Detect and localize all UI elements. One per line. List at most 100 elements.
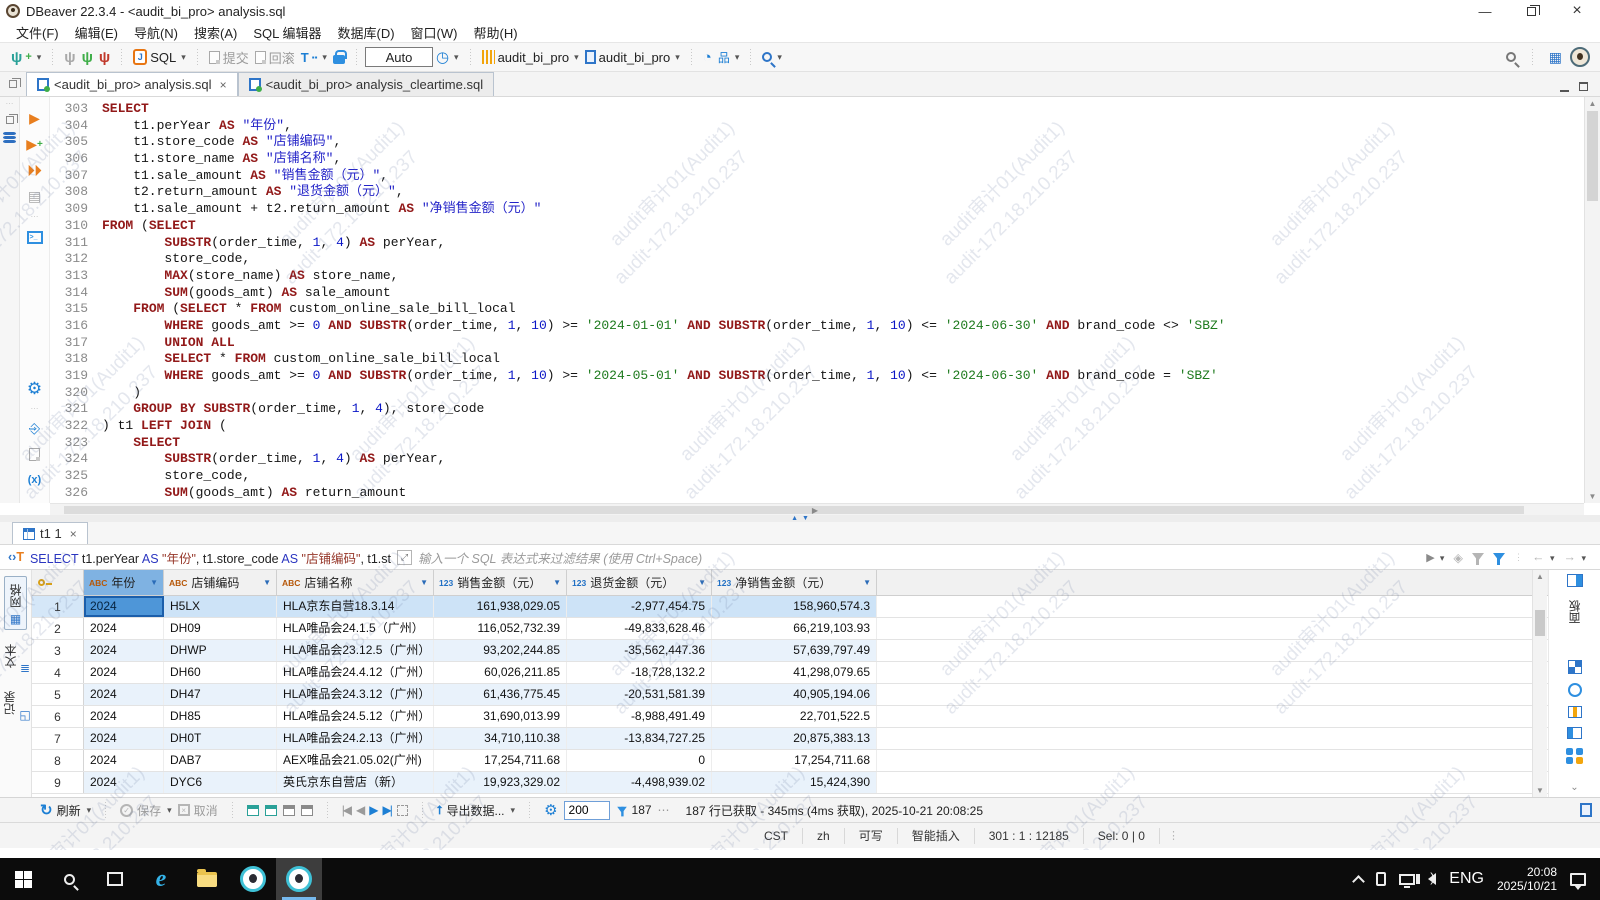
sort-dropdown-icon[interactable]: ▼ (553, 578, 561, 587)
sort-dropdown-icon[interactable]: ▼ (420, 578, 428, 587)
zoom-group-icon[interactable] (1566, 748, 1584, 764)
cell[interactable]: AEX唯品会21.05.02(广州) (277, 750, 434, 771)
close-result-tab-icon[interactable]: × (70, 527, 77, 541)
column-header-5[interactable]: 123净销售金额（元）▼ (712, 570, 877, 595)
cell[interactable]: 57,639,797.49 (712, 640, 877, 661)
panel-scroll-down-icon[interactable]: ⌄ (1570, 782, 1578, 793)
cell[interactable]: HLA唯品会23.12.5（广州） (277, 640, 434, 661)
metadata-icon[interactable] (1568, 683, 1582, 697)
cell[interactable]: 31,690,013.99 (434, 706, 567, 727)
cell[interactable]: 2024 (84, 662, 164, 683)
filter-count[interactable]: 187 (616, 803, 652, 817)
execute-new-tab-icon[interactable]: ▶+ (20, 131, 49, 157)
network-button[interactable]: 品▾ (718, 49, 740, 66)
cell[interactable]: 15,424,390 (712, 772, 877, 793)
cell[interactable]: 66,219,103.93 (712, 618, 877, 639)
remove-filter-icon[interactable] (1472, 553, 1484, 561)
cell[interactable]: 2024 (84, 706, 164, 727)
volume-tray-icon[interactable] (1428, 873, 1436, 885)
explain-plan-icon[interactable]: ▤ (20, 183, 49, 209)
export-data-button[interactable]: ⭡导出数据...▾ (437, 802, 515, 819)
transaction-log-button[interactable]: ◷▾ (436, 48, 459, 66)
view-tab-记录[interactable]: 记录◱ (0, 687, 30, 724)
user-avatar[interactable] (1570, 47, 1590, 67)
cell[interactable]: 93,202,244.85 (434, 640, 567, 661)
delete-row-button[interactable] (301, 805, 313, 816)
column-header-1[interactable]: ABC店铺编码▼ (164, 570, 277, 595)
cell[interactable]: 40,905,194.06 (712, 684, 877, 705)
menu-item-4[interactable]: SQL 编辑器 (245, 22, 329, 43)
row-number[interactable]: 1 (32, 596, 84, 617)
menu-item-7[interactable]: 帮助(H) (465, 22, 525, 43)
dbeaver-taskbar-button-1[interactable] (230, 858, 276, 900)
cell[interactable]: 41,298,079.65 (712, 662, 877, 683)
cancel-button[interactable]: ×取消 (178, 802, 218, 819)
commit-button[interactable]: 提交 (209, 48, 249, 67)
focus-row-icon[interactable] (397, 805, 408, 816)
close-button[interactable]: × (1554, 0, 1600, 22)
filter-input[interactable]: 输入一个 SQL 表达式来过滤结果 (使用 Ctrl+Space) (418, 548, 702, 567)
cell[interactable]: 17,254,711.68 (434, 750, 567, 771)
tray-chevron-icon[interactable] (1352, 875, 1365, 888)
cell[interactable]: DH60 (164, 662, 277, 683)
cell[interactable]: -4,498,939.02 (567, 772, 712, 793)
sql-code-editor[interactable]: 303SELECT304 t1.perYear AS "年份",305 t1.s… (50, 97, 1584, 503)
cell[interactable]: DH85 (164, 706, 277, 727)
explorer-taskbar-button[interactable] (184, 858, 230, 900)
cell[interactable]: DH09 (164, 618, 277, 639)
execute-script-icon[interactable]: ⏵⏵ (20, 157, 49, 183)
view-tab-文本[interactable]: 文本≣ (1, 640, 30, 677)
cell[interactable]: 116,052,732.39 (434, 618, 567, 639)
sql-editor-menu[interactable]: JSQL▾ (133, 49, 186, 65)
column-header-3[interactable]: 123销售金额（元）▼ (434, 570, 567, 595)
cell[interactable]: DYC6 (164, 772, 277, 793)
language-indicator[interactable]: ENG (1449, 870, 1484, 888)
fetch-size-input[interactable] (564, 801, 610, 820)
filter-settings-icon[interactable] (1493, 553, 1505, 561)
taskbar-search-button[interactable] (46, 858, 92, 900)
minimize-panel-icon[interactable] (1560, 90, 1569, 92)
nav-forward-icon[interactable]: → ▾ (1563, 550, 1586, 564)
restore-view-icon[interactable] (6, 116, 14, 124)
cell[interactable]: 20,875,383.13 (712, 728, 877, 749)
usb-tray-icon[interactable] (1376, 872, 1386, 886)
sort-dropdown-icon[interactable]: ▼ (863, 578, 871, 587)
tab-analysis-sql[interactable]: <audit_bi_pro> analysis.sql × (26, 72, 238, 96)
minimize-button[interactable]: — (1462, 0, 1508, 22)
network-tray-icon[interactable] (1399, 874, 1415, 885)
row-number[interactable]: 4 (32, 662, 84, 683)
edit-row-button[interactable] (283, 805, 295, 816)
sort-dropdown-icon[interactable]: ▼ (150, 578, 158, 587)
row-number[interactable]: 9 (32, 772, 84, 793)
next-row-button[interactable]: ▶ (369, 803, 376, 817)
cell[interactable]: 22,701,522.5 (712, 706, 877, 727)
cell[interactable]: HLA唯品会24.1.5（广州） (277, 618, 434, 639)
cell[interactable]: DH47 (164, 684, 277, 705)
connect-button[interactable]: ψ (64, 50, 75, 65)
taskbar-clock[interactable]: 20:08 2025/10/21 (1497, 865, 1557, 893)
row-number[interactable]: 7 (32, 728, 84, 749)
cell[interactable]: 161,938,029.05 (434, 596, 567, 617)
export-result-icon[interactable]: ⎆ (20, 415, 49, 441)
cell[interactable]: 2024 (84, 728, 164, 749)
last-row-button[interactable]: ▶| (383, 803, 391, 817)
dbeaver-taskbar-button-2[interactable] (276, 858, 322, 900)
notification-center-icon[interactable] (1570, 873, 1586, 886)
menu-item-1[interactable]: 编辑(E) (67, 22, 126, 43)
prev-row-button[interactable]: ◀ (356, 803, 363, 817)
apply-filter-icon[interactable]: ▶ ▾ (1426, 551, 1444, 564)
cell[interactable]: -35,562,447.36 (567, 640, 712, 661)
cell[interactable]: 34,710,110.38 (434, 728, 567, 749)
cell[interactable]: 17,254,711.68 (712, 750, 877, 771)
cell[interactable]: -2,977,454.75 (567, 596, 712, 617)
disconnect-button[interactable]: ψ (99, 50, 110, 65)
lock-button[interactable] (333, 50, 345, 64)
tab-analysis-cleartime-sql[interactable]: <audit_bi_pro> analysis_cleartime.sql (238, 72, 495, 96)
panel-vertical-label[interactable]: 面板 (1565, 596, 1584, 628)
cell[interactable]: 19,923,329.02 (434, 772, 567, 793)
column-header-2[interactable]: ABC店铺名称▼ (277, 570, 434, 595)
menu-item-0[interactable]: 文件(F) (8, 22, 67, 43)
terminal-icon[interactable]: >_ (20, 224, 49, 250)
execute-statement-icon[interactable]: ▶ (20, 105, 49, 131)
reconnect-button[interactable]: ψ (82, 50, 93, 65)
